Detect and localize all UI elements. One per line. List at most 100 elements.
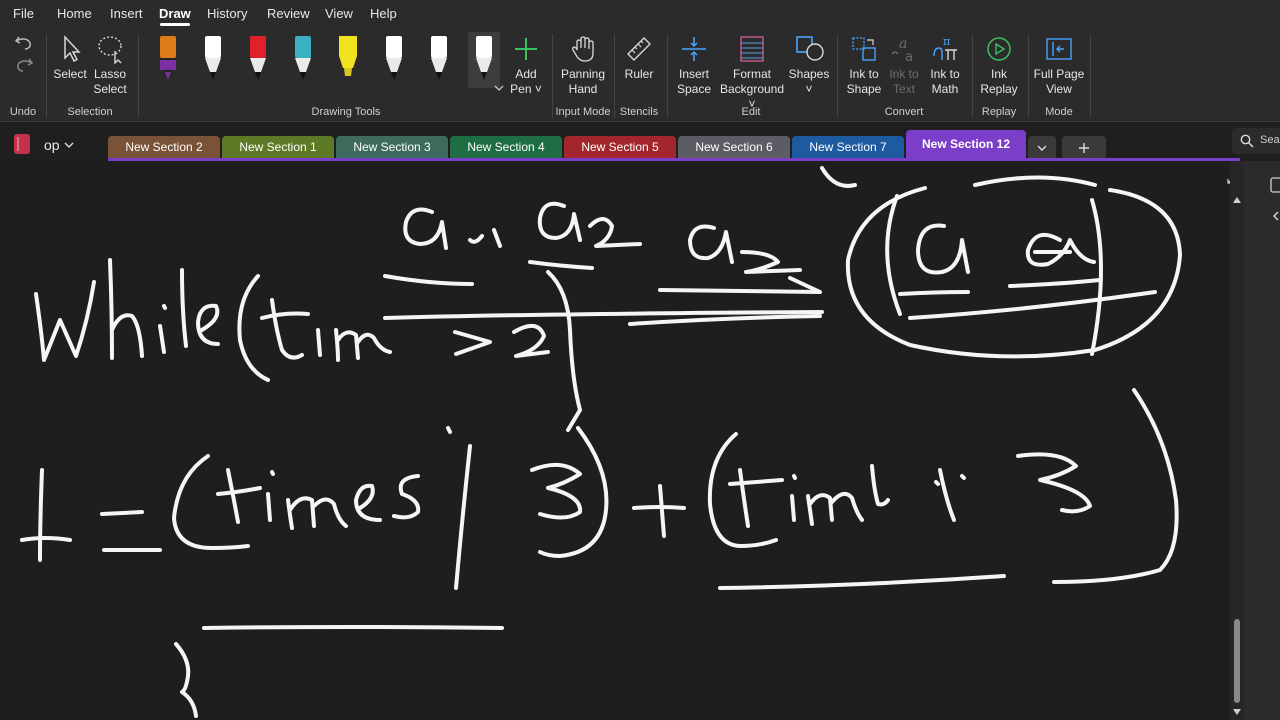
lasso-select-button[interactable]: Lasso Select — [90, 34, 130, 97]
menu-help[interactable]: Help — [370, 6, 397, 21]
section-tab[interactable]: New Section 3 — [336, 136, 448, 160]
insert-space-icon — [682, 37, 706, 61]
separator — [46, 34, 47, 118]
page-canvas[interactable] — [0, 161, 1239, 720]
undo-icon — [14, 36, 31, 50]
pen-icon — [250, 36, 266, 80]
scroll-down-arrow-icon[interactable] — [1233, 709, 1241, 715]
undo-button[interactable] — [12, 32, 36, 57]
ink-to-shape-icon — [852, 37, 876, 61]
search-box[interactable]: Sea — [1232, 128, 1280, 154]
pen-8[interactable] — [470, 34, 498, 82]
ink-to-math-button[interactable]: π Ink to Math — [924, 34, 966, 97]
section-tab[interactable]: New Section 6 — [678, 136, 790, 160]
vertical-scrollbar[interactable] — [1230, 161, 1244, 720]
chevron-down-icon — [494, 85, 504, 91]
separator — [972, 34, 973, 118]
shapes-label-2: ˅ — [805, 82, 813, 96]
chevron-left-icon[interactable] — [1272, 211, 1280, 221]
menu-review[interactable]: Review — [267, 6, 310, 21]
lasso-label-2: Select — [93, 82, 127, 96]
section-tab[interactable]: New Section 1 — [222, 136, 334, 160]
scroll-up-arrow-icon[interactable] — [1233, 197, 1241, 203]
add-pen-button[interactable]: Add Pen ˅ — [508, 34, 544, 97]
pen-5[interactable] — [334, 34, 362, 82]
pen-icon — [476, 36, 492, 80]
group-label-input-mode: Input Mode — [555, 106, 611, 118]
redo-button[interactable] — [12, 56, 36, 79]
ink-replay-button[interactable]: Ink Replay — [976, 34, 1022, 97]
highlighter-icon — [339, 36, 357, 76]
separator — [1028, 34, 1029, 118]
pen-2[interactable] — [199, 34, 227, 82]
menu-history[interactable]: History — [207, 6, 247, 21]
pen-7[interactable] — [425, 34, 453, 82]
section-tab[interactable]: New Section 7 — [792, 136, 904, 160]
lasso-icon — [98, 36, 122, 64]
pen-icon — [160, 36, 176, 80]
format-background-button[interactable]: Format Background ˅ — [716, 34, 788, 112]
ink-to-text-icon: aa — [891, 36, 913, 64]
ink-to-math-label-1: Ink to — [930, 67, 960, 81]
pen-4[interactable] — [289, 34, 317, 82]
section-tab[interactable]: New Section 2 — [108, 136, 220, 160]
pen-3[interactable] — [244, 34, 272, 82]
group-label-selection: Selection — [67, 106, 113, 118]
full-page-view-button[interactable]: Full Page View — [1032, 34, 1086, 97]
menu-file[interactable]: File — [13, 6, 34, 21]
scrollbar-track[interactable] — [1234, 205, 1240, 605]
menu-home[interactable]: Home — [57, 6, 92, 21]
add-section-button[interactable] — [1062, 136, 1106, 160]
chevron-down-icon — [1037, 145, 1047, 151]
pen-icon — [386, 36, 402, 80]
pen-gallery-expand-button[interactable] — [490, 84, 508, 95]
ink-replay-label-1: Ink — [990, 67, 1007, 81]
search-icon — [1240, 134, 1254, 148]
section-tab[interactable]: New Section 12 — [906, 130, 1026, 160]
add-page-icon[interactable] — [1270, 177, 1280, 193]
notebook-icon[interactable] — [14, 134, 30, 154]
notebook-name[interactable]: op — [44, 137, 60, 153]
replay-icon — [987, 37, 1011, 61]
ink-to-text-button[interactable]: aa Ink to Text — [884, 34, 924, 97]
pen-icon — [205, 36, 221, 80]
separator — [138, 34, 139, 118]
redo-icon — [17, 58, 34, 72]
menu-insert[interactable]: Insert — [110, 6, 143, 21]
add-pen-label-2: Pen ˅ — [510, 82, 542, 96]
scrollbar-thumb[interactable] — [1234, 619, 1240, 703]
select-button[interactable]: Select — [50, 34, 90, 82]
insert-space-button[interactable]: Insert Space — [672, 34, 716, 97]
ink-to-shape-button[interactable]: Ink to Shape — [842, 34, 886, 97]
section-tab[interactable]: New Section 5 — [564, 136, 676, 160]
shapes-icon — [796, 36, 824, 61]
section-tab[interactable]: New Section 4 — [450, 136, 562, 160]
search-label: Sea — [1260, 134, 1280, 146]
cursor-arrow-icon — [64, 35, 81, 63]
pen-icon — [431, 36, 447, 80]
insert-space-label-2: Space — [676, 82, 712, 96]
active-menu-indicator — [160, 23, 190, 26]
add-pen-label-1: Add — [515, 67, 537, 81]
panning-label-2: Hand — [568, 82, 598, 96]
pen-1[interactable] — [154, 34, 182, 82]
panning-hand-button[interactable]: Panning Hand — [558, 34, 608, 97]
svg-text:a: a — [905, 50, 913, 64]
menu-view[interactable]: View — [325, 6, 353, 21]
shapes-button[interactable]: Shapes ˅ — [788, 34, 830, 97]
notebook-icon-spine — [17, 137, 19, 151]
plus-icon — [1079, 143, 1089, 153]
shapes-label-1: Shapes — [788, 67, 830, 81]
ink-to-shape-label-1: Ink to — [849, 67, 879, 81]
menu-draw[interactable]: Draw — [159, 6, 191, 21]
ink-to-shape-label-2: Shape — [846, 82, 882, 96]
ruler-icon — [627, 37, 651, 61]
separator — [614, 34, 615, 118]
more-sections-button[interactable] — [1028, 136, 1056, 160]
handwritten-ink — [20, 166, 1182, 718]
chevron-down-icon[interactable] — [64, 141, 74, 149]
ruler-button[interactable]: Ruler — [618, 34, 660, 82]
separator — [667, 34, 668, 118]
pen-6[interactable] — [380, 34, 408, 82]
ribbon: Undo Select Lasso Select Selection Add P… — [0, 28, 1280, 122]
